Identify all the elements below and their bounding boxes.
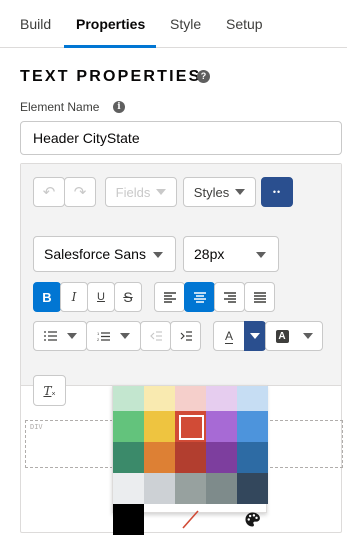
redo-button[interactable]: ↷ bbox=[64, 177, 96, 207]
align-center-icon bbox=[193, 291, 206, 303]
color-swatch-black[interactable] bbox=[113, 504, 144, 535]
palette-icon bbox=[245, 512, 260, 527]
align-center-button[interactable] bbox=[184, 282, 215, 312]
fields-label: Fields bbox=[115, 184, 151, 200]
more-actions-button[interactable]: •• bbox=[261, 177, 293, 207]
indent-icon bbox=[180, 331, 192, 341]
strikethrough-icon: S bbox=[123, 289, 133, 305]
color-swatch[interactable] bbox=[113, 442, 144, 473]
info-icon[interactable]: i bbox=[113, 101, 125, 113]
italic-icon: I bbox=[71, 290, 77, 304]
font-size-value: 28px bbox=[194, 246, 225, 262]
help-icon[interactable]: ? bbox=[197, 70, 210, 83]
color-swatch[interactable] bbox=[113, 473, 144, 504]
indent-button[interactable] bbox=[170, 321, 201, 351]
undo-button[interactable]: ↶ bbox=[33, 177, 65, 207]
tab-build[interactable]: Build bbox=[20, 16, 51, 32]
color-swatch[interactable] bbox=[175, 386, 206, 411]
svg-text:1: 1 bbox=[97, 331, 100, 336]
color-swatch[interactable] bbox=[237, 386, 268, 411]
highlight-color-icon: A bbox=[275, 329, 289, 343]
styles-label: Styles bbox=[193, 184, 230, 200]
clear-formatting-icon: T bbox=[43, 383, 52, 398]
bold-icon: B bbox=[42, 289, 52, 305]
align-right-icon bbox=[223, 291, 236, 303]
styles-dropdown[interactable]: Styles bbox=[183, 177, 256, 207]
tab-setup[interactable]: Setup bbox=[226, 16, 263, 32]
editor-toolbar: ↶ ↷ Fields Styles •• Salesforce Sans 28p… bbox=[21, 164, 341, 406]
font-size-select[interactable]: 28px bbox=[183, 236, 279, 272]
text-color-button[interactable]: A bbox=[213, 321, 245, 351]
color-swatch[interactable] bbox=[175, 473, 206, 504]
no-color-icon bbox=[182, 510, 199, 529]
color-swatch[interactable] bbox=[206, 473, 237, 504]
no-color-button[interactable] bbox=[175, 504, 206, 535]
tab-style[interactable]: Style bbox=[170, 16, 201, 32]
undo-icon: ↶ bbox=[42, 184, 56, 201]
chevron-down-icon bbox=[250, 333, 260, 339]
font-family-select[interactable]: Salesforce Sans bbox=[33, 236, 176, 272]
more-icon: •• bbox=[272, 187, 282, 197]
color-palette-popup bbox=[112, 385, 268, 535]
clear-formatting-button[interactable]: T × bbox=[33, 375, 66, 406]
align-left-button[interactable] bbox=[154, 282, 185, 312]
color-swatch[interactable] bbox=[144, 411, 175, 442]
section-title: TEXT PROPERTIES bbox=[20, 68, 202, 85]
text-color-icon: A bbox=[224, 329, 233, 343]
bullet-list-icon bbox=[43, 331, 57, 341]
strikethrough-button[interactable]: S bbox=[114, 282, 142, 312]
highlight-color-dropdown[interactable]: A bbox=[265, 321, 323, 351]
outdent-icon bbox=[149, 331, 162, 341]
chevron-down-icon bbox=[302, 333, 313, 339]
chevron-down-icon bbox=[156, 189, 167, 195]
element-name-label: Element Name bbox=[20, 100, 100, 114]
color-swatch[interactable] bbox=[237, 411, 268, 442]
element-tag-label: DIV bbox=[30, 423, 43, 431]
chevron-down-icon bbox=[153, 252, 163, 258]
color-swatch[interactable] bbox=[144, 386, 175, 411]
color-swatch[interactable] bbox=[237, 473, 268, 504]
color-swatch[interactable] bbox=[113, 411, 144, 442]
numbered-list-dropdown[interactable]: 12 bbox=[86, 321, 141, 351]
outdent-button[interactable] bbox=[140, 321, 171, 351]
color-swatch[interactable] bbox=[175, 442, 206, 473]
fields-dropdown[interactable]: Fields bbox=[105, 177, 177, 207]
color-swatch[interactable] bbox=[144, 442, 175, 473]
tab-bar: Build Properties Style Setup bbox=[0, 0, 347, 48]
color-swatch[interactable] bbox=[206, 386, 237, 411]
justify-button[interactable] bbox=[244, 282, 275, 312]
color-swatch[interactable] bbox=[144, 473, 175, 504]
element-name-input[interactable] bbox=[20, 121, 342, 155]
chevron-down-icon bbox=[235, 189, 246, 195]
underline-icon: U bbox=[97, 291, 105, 303]
tab-properties[interactable]: Properties bbox=[76, 16, 145, 32]
bullet-list-dropdown[interactable] bbox=[33, 321, 87, 351]
color-swatch[interactable] bbox=[237, 442, 268, 473]
italic-button[interactable]: I bbox=[60, 282, 88, 312]
chevron-down-icon bbox=[120, 333, 130, 339]
align-left-icon bbox=[163, 291, 176, 303]
active-tab-indicator bbox=[64, 45, 156, 48]
custom-color-button[interactable] bbox=[237, 504, 268, 535]
bold-button[interactable]: B bbox=[33, 282, 61, 312]
clear-x-icon: × bbox=[51, 391, 56, 398]
underline-button[interactable]: U bbox=[87, 282, 115, 312]
color-swatch[interactable] bbox=[206, 442, 237, 473]
align-justify-icon bbox=[253, 291, 266, 303]
numbered-list-icon: 12 bbox=[97, 331, 110, 342]
redo-icon: ↷ bbox=[73, 184, 87, 201]
svg-text:2: 2 bbox=[97, 337, 100, 342]
color-swatch[interactable] bbox=[113, 386, 144, 411]
align-right-button[interactable] bbox=[214, 282, 245, 312]
chevron-down-icon bbox=[66, 333, 77, 339]
chevron-down-icon bbox=[256, 252, 266, 258]
color-swatch[interactable] bbox=[206, 411, 237, 442]
font-family-value: Salesforce Sans bbox=[44, 246, 146, 262]
text-color-dropdown[interactable] bbox=[244, 321, 266, 351]
color-swatch[interactable] bbox=[175, 411, 206, 442]
